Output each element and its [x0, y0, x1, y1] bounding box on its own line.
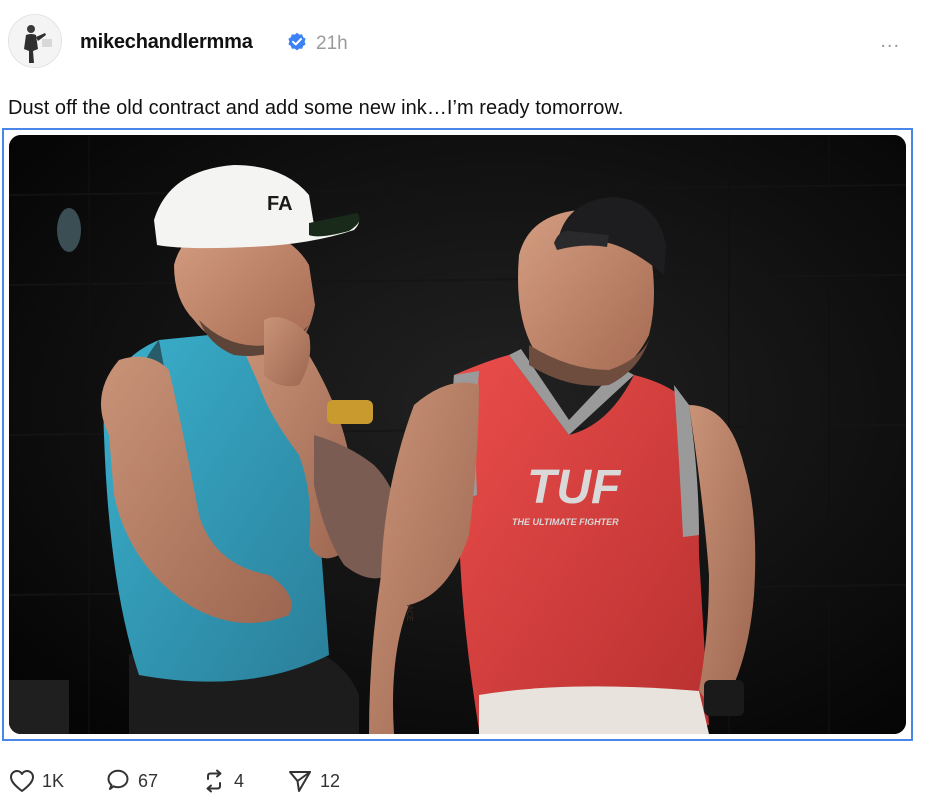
username[interactable]: mikechandlermma [80, 31, 253, 54]
like-count: 1K [42, 770, 65, 791]
shirt-tagline: THE ULTIMATE FIGHTER [512, 517, 619, 527]
media-selection-frame: FA TUF THE ULTIMATE FIGHTER ACE [2, 128, 913, 741]
action-bar: 1K 67 4 12 [0, 760, 926, 800]
share-button[interactable]: 12 [286, 766, 340, 796]
post-header: mikechandlermma 21h ... [0, 0, 926, 86]
more-options-button[interactable]: ... [880, 30, 900, 53]
shirt-logo: TUF [527, 461, 622, 514]
repost-icon [206, 769, 222, 793]
post-timestamp: 21h [316, 33, 348, 54]
heart-icon [10, 770, 34, 792]
tattoo-text: ACE [405, 605, 414, 621]
photo-two-fighters: FA TUF THE ULTIMATE FIGHTER ACE [9, 135, 906, 734]
repost-count: 4 [234, 770, 245, 791]
share-count: 12 [320, 770, 341, 791]
like-button[interactable]: 1K [8, 766, 64, 796]
reply-count: 67 [138, 770, 159, 791]
post-caption: Dust off the old contract and add some n… [8, 97, 624, 119]
post-image[interactable]: FA TUF THE ULTIMATE FIGHTER ACE [9, 135, 906, 734]
avatar-image [9, 15, 61, 67]
comment-icon [107, 769, 129, 790]
reply-button[interactable]: 67 [104, 766, 158, 796]
send-icon [289, 771, 311, 792]
verified-badge-icon [288, 32, 306, 51]
cap-text: FA [267, 193, 293, 215]
repost-button[interactable]: 4 [200, 766, 244, 796]
avatar[interactable] [8, 14, 62, 68]
